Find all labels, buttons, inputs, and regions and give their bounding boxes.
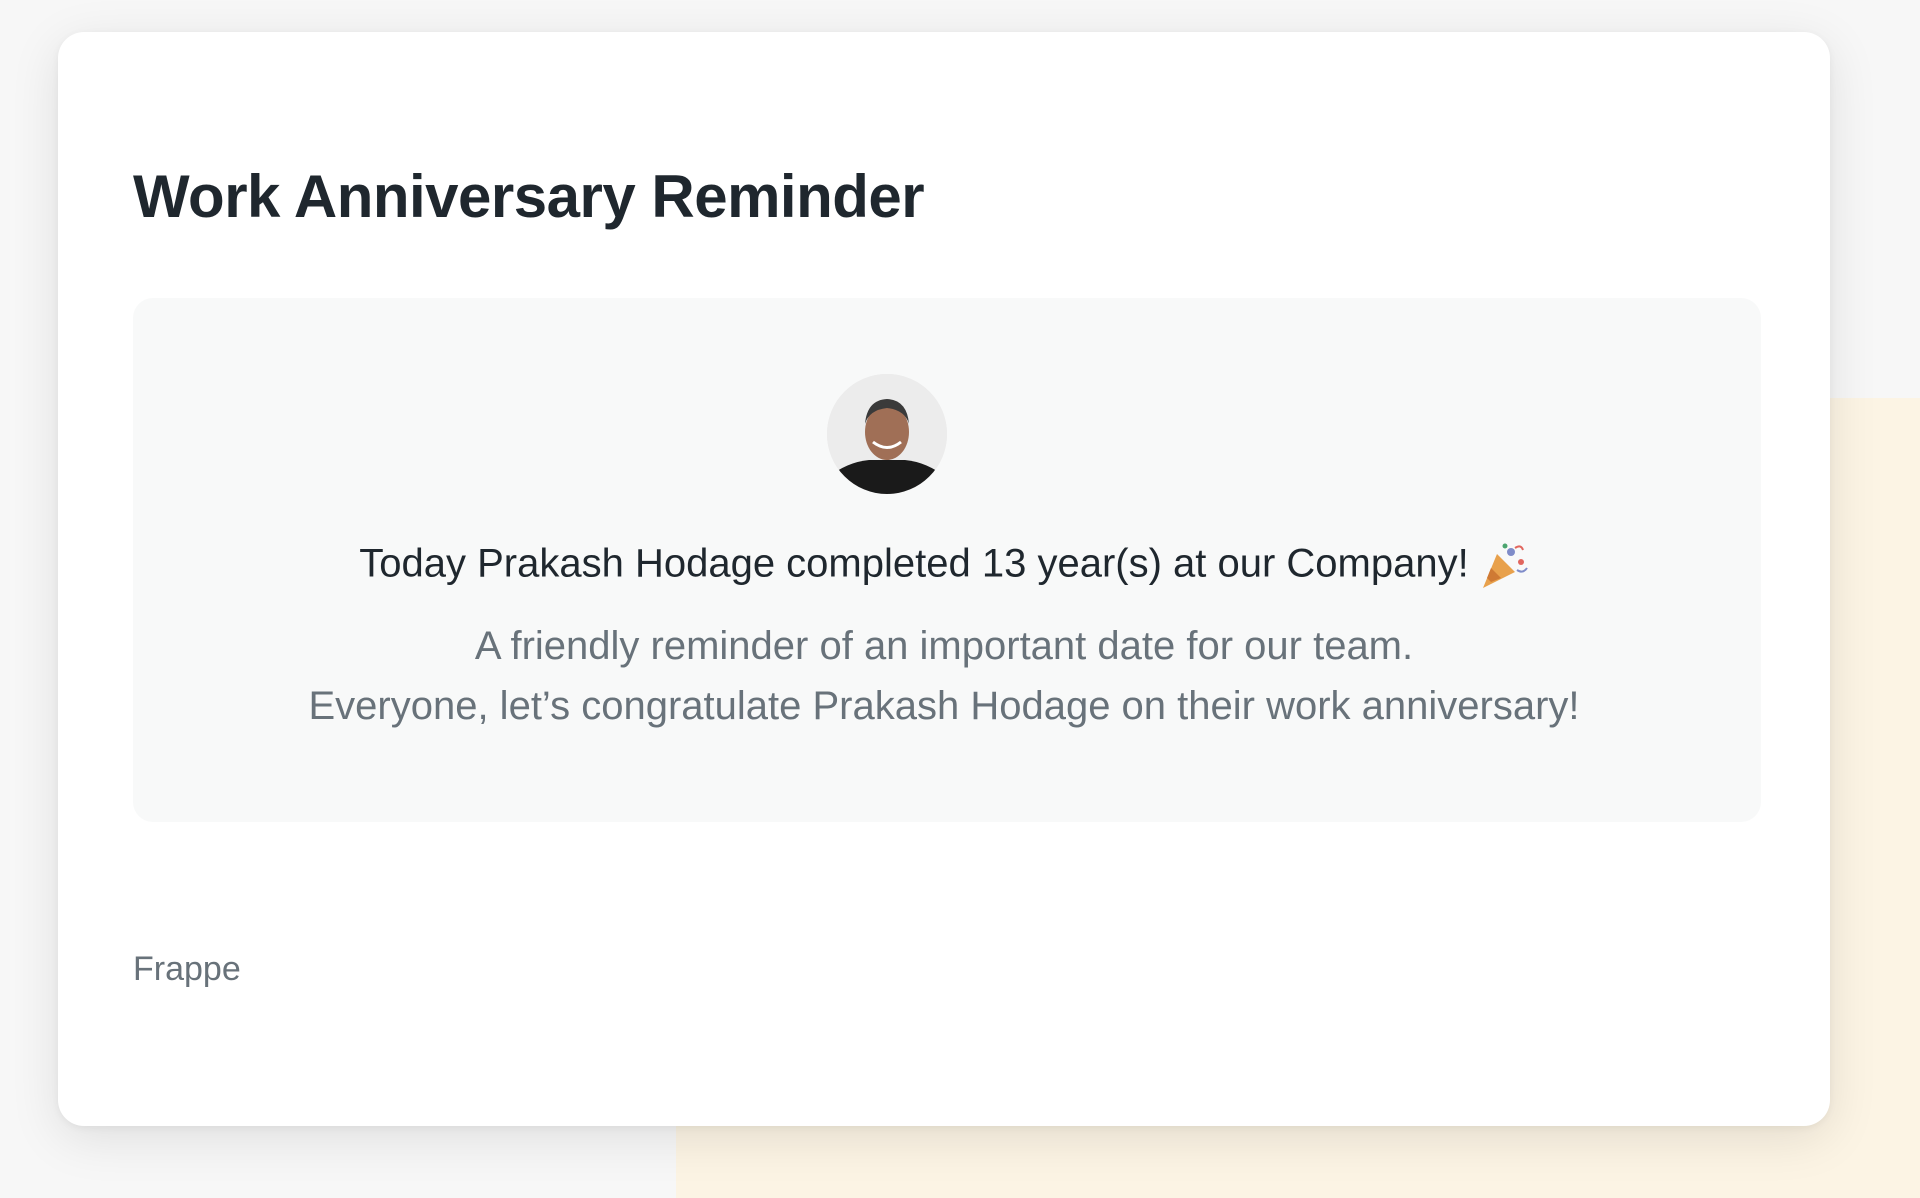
footer-brand: Frappe xyxy=(133,950,241,988)
page-title: Work Anniversary Reminder xyxy=(133,163,925,230)
anniversary-message: Today Prakash Hodage completed 13 year(s… xyxy=(58,540,1830,592)
avatar-photo-icon xyxy=(827,374,947,494)
reminder-line-2: Everyone, let’s congratulate Prakash Hod… xyxy=(308,684,1580,728)
avatar xyxy=(827,374,947,494)
reminder-text: A friendly reminder of an important date… xyxy=(58,616,1830,736)
party-popper-icon xyxy=(1477,540,1529,592)
reminder-line-1: A friendly reminder of an important date… xyxy=(474,624,1414,668)
anniversary-message-text: Today Prakash Hodage completed 13 year(s… xyxy=(359,541,1469,586)
